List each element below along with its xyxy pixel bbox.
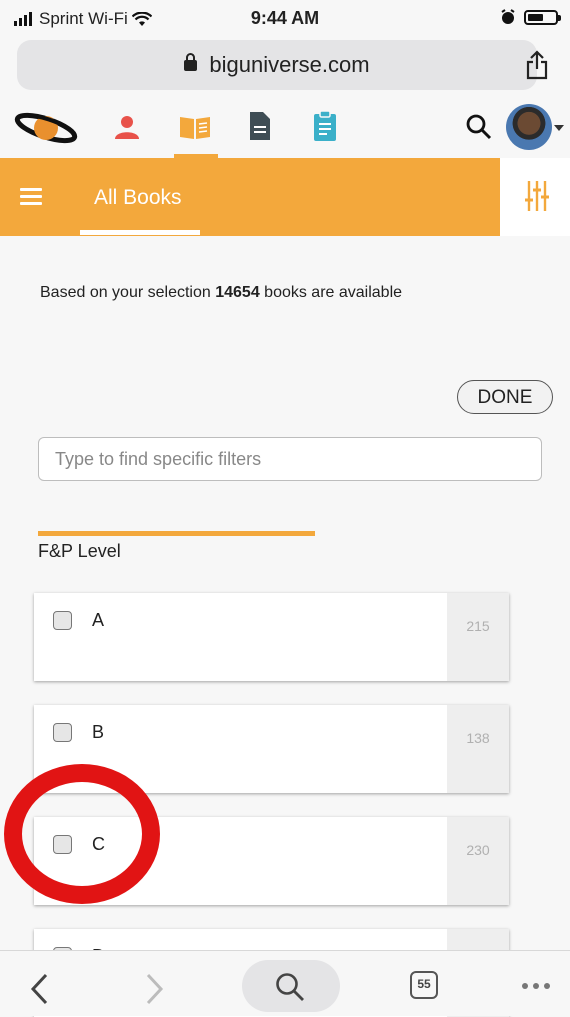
tabs-button[interactable]: 55 <box>410 971 438 999</box>
forward-icon[interactable] <box>146 973 164 1005</box>
section-title: F&P Level <box>38 541 121 561</box>
checkbox[interactable] <box>53 723 72 742</box>
avatar[interactable] <box>506 104 552 150</box>
filter-search-input[interactable] <box>38 437 542 481</box>
option-label: B <box>92 722 105 742</box>
more-icon[interactable] <box>522 983 550 989</box>
chevron-down-icon[interactable] <box>553 124 565 132</box>
browser-toolbar: 55 <box>0 950 570 1016</box>
option-count: 215 <box>447 593 509 681</box>
done-button[interactable]: DONE <box>457 380 553 414</box>
section-accent-bar <box>38 531 315 536</box>
hamburger-menu-icon[interactable] <box>20 188 42 209</box>
back-icon[interactable] <box>30 973 48 1005</box>
status-bar: Sprint Wi-Fi 9:44 AM <box>0 0 570 36</box>
filter-option-a[interactable]: A 215 <box>34 593 509 681</box>
search-icon <box>276 973 304 1001</box>
filter-button[interactable] <box>500 158 570 236</box>
document-icon[interactable] <box>249 111 271 141</box>
url-text: biguniverse.com <box>209 52 370 77</box>
battery-icon <box>524 9 561 25</box>
book-icon[interactable] <box>178 114 212 140</box>
clipboard-icon[interactable] <box>313 110 337 142</box>
sliders-icon <box>525 181 549 211</box>
active-tab-indicator <box>80 230 200 235</box>
page-title[interactable]: All Books <box>94 186 182 210</box>
lock-icon <box>184 53 198 71</box>
search-icon[interactable] <box>466 114 492 140</box>
share-icon[interactable] <box>525 50 549 80</box>
toolbar-search-button[interactable] <box>242 960 340 1012</box>
checkbox[interactable] <box>53 611 72 630</box>
results-summary: Based on your selection 14654 books are … <box>40 284 403 301</box>
person-icon[interactable] <box>114 114 140 140</box>
clock: 9:44 AM <box>250 8 320 28</box>
alarm-icon <box>501 9 515 24</box>
option-label: A <box>92 610 105 630</box>
highlight-circle <box>4 764 160 904</box>
option-count: 230 <box>447 817 509 905</box>
option-count: 138 <box>447 705 509 793</box>
address-bar[interactable]: biguniverse.com <box>17 40 537 90</box>
app-nav <box>0 96 570 158</box>
header-bar: All Books <box>0 158 500 236</box>
planet-logo-icon[interactable] <box>14 110 78 146</box>
results-count: 14654 <box>215 284 260 301</box>
